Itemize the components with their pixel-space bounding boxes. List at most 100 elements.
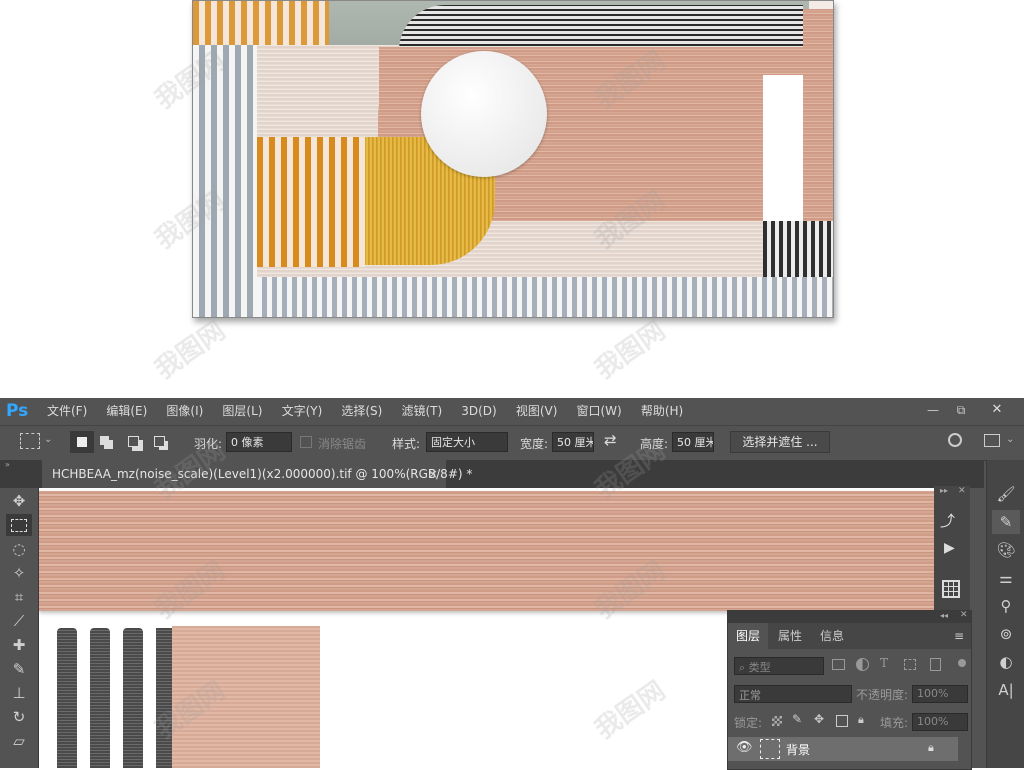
panel-close-icon[interactable]: ✕ [958,486,966,496]
menu-type[interactable]: 文字(Y) [275,398,330,424]
visibility-eye-icon[interactable]: 👁︎ [736,740,753,755]
menu-image[interactable]: 图像(I) [159,398,210,424]
filter-toggle[interactable] [958,659,966,667]
shape-filter-icon[interactable] [904,659,916,670]
menu-3d[interactable]: 3D(D) [454,398,503,424]
add-selection-icon[interactable] [100,436,109,445]
layer-filter-select[interactable]: ⌕ 类型 [734,657,824,675]
watermark: 我图网 [589,315,671,386]
channels-panel-icon[interactable]: ⊚ [992,622,1020,646]
feather-input[interactable]: 0 像素 [226,432,292,452]
paths-panel-icon[interactable]: ⚲ [992,594,1020,618]
art-beige-lower [495,221,763,277]
workspace-icon[interactable] [984,434,1000,447]
brush-tool-icon[interactable]: ✎ [6,658,32,680]
collapsed-panel-dock: ▸▸ ✕ ⤴ ▶ [934,486,970,610]
menu-help[interactable]: 帮助(H) [634,398,690,424]
panel-expand-icon[interactable]: ▸▸ [940,486,948,495]
height-input[interactable]: 50 厘米 [672,432,714,452]
healing-brush-icon[interactable]: ✚ [6,634,32,656]
lock-all-icon[interactable]: 🔒︎ [858,713,864,727]
menu-filter[interactable]: 滤镜(T) [394,398,449,424]
blend-mode-select[interactable]: 正常 [734,685,852,703]
layer-row[interactable]: 👁︎ 背景 🔒︎ [728,737,958,761]
brush-panel-icon[interactable]: ✎ [992,510,1020,534]
new-selection-icon[interactable] [70,431,94,453]
restore-button[interactable]: ⧉ [950,400,972,420]
swap-icon[interactable]: ⇄ [604,431,617,449]
menu-select[interactable]: 选择(S) [334,398,389,424]
chevron-down-icon[interactable]: ⌄ [1006,434,1014,445]
menu-layer[interactable]: 图层(L) [215,398,269,424]
layer-filter-type: 类型 [748,661,771,674]
grid-panel-icon[interactable] [942,580,960,598]
lock-transparency-icon[interactable] [772,716,782,726]
menu-view[interactable]: 视图(V) [509,398,565,424]
image-filter-icon[interactable] [832,659,845,670]
canvas-dark-bar [156,628,172,768]
art-orange-stripes-top [193,1,329,45]
style-select[interactable]: 固定大小 [426,432,508,452]
marquee-tool-icon[interactable] [6,514,32,536]
close-tab-icon[interactable]: × [428,460,438,488]
color-panel-icon[interactable]: 🖌︎ [992,482,1020,506]
width-input[interactable]: 50 厘米 [552,432,594,452]
tab-properties[interactable]: 属性 [770,623,810,649]
tab-layers[interactable]: 图层 [728,623,768,649]
subtract-selection-icon[interactable] [128,436,139,447]
opacity-input[interactable]: 100% [912,685,968,703]
art-dark-stripes [763,221,833,277]
chevron-down-icon[interactable]: ⌄ [44,434,52,445]
antialias-label: 消除锯齿 [318,437,367,451]
panel-collapse-icon[interactable]: ◂◂ [940,611,948,620]
actions-play-icon[interactable]: ▶ [944,540,955,556]
adjustment-filter-icon[interactable] [856,658,869,671]
minimize-button[interactable]: — [922,400,944,420]
document-tab-bar: » HCHBEAA_mz(noise_scale)(Level1)(x2.000… [0,460,984,488]
lock-artboard-icon[interactable] [836,715,848,727]
menu-file[interactable]: 文件(F) [40,398,94,424]
menu-items: 文件(F) 编辑(E) 图像(I) 图层(L) 文字(Y) 选择(S) 滤镜(T… [40,398,690,424]
document-tab[interactable]: HCHBEAA_mz(noise_scale)(Level1)(x2.00000… [42,460,472,488]
marquee-preset-icon[interactable] [20,433,40,449]
tools-panel: ✥ ◌ ✧ ⌗ ⟋ ✚ ✎ ⊥ ↻ ▱ [0,488,39,768]
stamp-tool-icon[interactable]: ⊥ [6,682,32,704]
fill-label: 填充: [880,716,909,730]
close-window-button[interactable]: ✕ [982,400,1012,420]
canvas-wood-band [39,491,934,611]
crop-tool-icon[interactable]: ⌗ [6,586,32,608]
fill-input[interactable]: 100% [912,713,968,731]
art-white-rect [763,75,803,221]
tab-info[interactable]: 信息 [812,623,852,649]
eraser-tool-icon[interactable]: ▱ [6,730,32,752]
menu-window[interactable]: 窗口(W) [570,398,629,424]
smart-object-filter-icon[interactable] [930,658,941,671]
search-icon[interactable] [948,433,962,447]
history-panel-icon[interactable]: ⤴ [940,510,955,531]
art-left-metal-stripes [193,45,257,317]
type-filter-icon[interactable]: T [880,656,888,670]
lock-pixels-icon[interactable]: ✎ [792,712,802,726]
layer-lock-icon: 🔒︎ [928,741,934,754]
intersect-selection-icon[interactable] [154,436,165,447]
swatches-panel-icon[interactable]: 🎨︎ [992,538,1020,562]
eyedropper-icon[interactable]: ⟋ [6,610,32,632]
magic-wand-icon[interactable]: ✧ [6,562,32,584]
character-panel-icon[interactable]: A| [992,678,1020,702]
menu-edit[interactable]: 编辑(E) [99,398,154,424]
panel-close-icon[interactable]: ✕ [960,610,968,620]
select-and-mask-button[interactable]: 选择并遮住 ... [730,431,830,453]
panel-collapse-icon[interactable]: » [5,460,10,469]
artwork-preview [192,0,834,318]
history-brush-icon[interactable]: ↻ [6,706,32,728]
lock-position-icon[interactable]: ✥ [814,712,824,726]
lasso-tool-icon[interactable]: ◌ [6,538,32,560]
blend-row: 正常 不透明度: 100% [728,683,971,705]
move-tool-icon[interactable]: ✥ [6,490,32,512]
panel-menu-icon[interactable]: ≡ [954,623,964,649]
styles-panel-icon[interactable]: ◐ [992,650,1020,674]
style-label: 样式: [392,437,421,451]
adjustments-panel-icon[interactable]: ⚌ [992,566,1020,590]
antialias-checkbox[interactable] [300,436,312,448]
menu-bar: Ps 文件(F) 编辑(E) 图像(I) 图层(L) 文字(Y) 选择(S) 滤… [0,398,1024,424]
